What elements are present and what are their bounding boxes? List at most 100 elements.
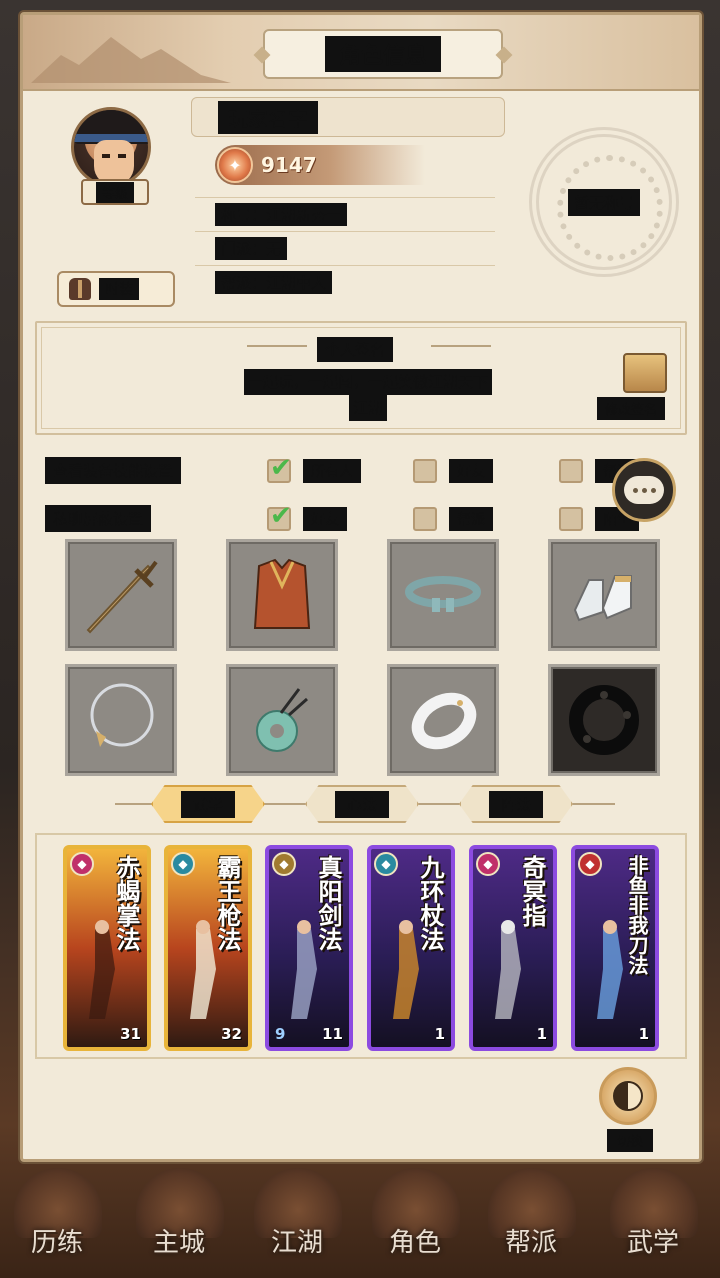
- skill-star: 9: [275, 1025, 286, 1043]
- checkbox-friends[interactable]: [413, 459, 437, 483]
- jade-pendant-icon: [256, 688, 308, 752]
- nav-label: 江湖: [270, 1228, 323, 1258]
- skill-level: 1: [434, 1025, 445, 1043]
- nav-label: 主城: [152, 1228, 205, 1258]
- nav-item-jianghu[interactable]: 江湖: [242, 1164, 352, 1278]
- skill-tabs: 武学 心法 阵法: [115, 781, 615, 825]
- divider: [247, 345, 307, 347]
- scroll-icon[interactable]: [623, 353, 667, 393]
- robe-icon: [69, 278, 91, 300]
- checkbox-friends[interactable]: [267, 501, 292, 531]
- boots-icon: [573, 575, 632, 622]
- equip-slot-ring[interactable]: [548, 664, 660, 776]
- info-text: 门派：无: [215, 237, 288, 260]
- fashion-button[interactable]: 时装: [57, 271, 175, 307]
- skill-level: 31: [120, 1025, 141, 1043]
- tab-label: 心法: [334, 790, 389, 818]
- checkbox-label: 好友: [449, 459, 493, 483]
- skill-figure-icon: [291, 920, 317, 1019]
- checkbox-label: 帮派: [449, 507, 493, 531]
- equip-slot-necklace[interactable]: [65, 664, 177, 776]
- signature-title: 个人签名: [317, 337, 394, 362]
- combat-power: ✦ 9147: [215, 145, 425, 185]
- level-label: 等级: [95, 181, 134, 203]
- title-plate: 角色信息: [263, 29, 503, 79]
- switch-button[interactable]: [599, 1067, 657, 1125]
- skill-card[interactable]: ◆ 奇冥指 1: [469, 845, 557, 1051]
- nav-item-main-city[interactable]: 主城: [124, 1164, 234, 1278]
- equipment-grid: [65, 539, 665, 779]
- title-emblem[interactable]: 暂无称号: [529, 127, 679, 277]
- settings-row-equipment: 查看装备技能设置 所有人 好友 帮派: [45, 453, 685, 489]
- skill-type-icon: ◆: [171, 852, 195, 876]
- checkbox-guild[interactable]: [559, 459, 583, 483]
- nav-item-martial[interactable]: 武学: [598, 1164, 708, 1278]
- settings-row-chat: 私聊屏蔽设置 好友 帮派 陌生: [45, 501, 685, 537]
- yin-yang-icon: [613, 1081, 643, 1111]
- nav-label: 武学: [626, 1228, 679, 1258]
- avatar[interactable]: [71, 107, 151, 187]
- skill-card[interactable]: ◆ 非鱼非我刀法 1: [571, 845, 659, 1051]
- fashion-label: 时装: [99, 278, 139, 300]
- bottom-nav: 历练 主城 江湖 角色 帮派 武学: [0, 1164, 720, 1278]
- skill-level: 1: [638, 1025, 649, 1043]
- skill-level: 11: [322, 1025, 343, 1043]
- nav-item-training[interactable]: 历练: [2, 1164, 112, 1278]
- nav-item-guild[interactable]: 帮派: [476, 1164, 586, 1278]
- emblem-text: 暂无称号: [567, 188, 640, 216]
- signature-box: 个人签名 一起玩，一起闯，一起笑傲江湖天下 江湖 修改签名: [35, 321, 687, 435]
- tab-formation[interactable]: 阵法: [459, 785, 573, 823]
- setting-label: 私聊屏蔽设置: [45, 505, 152, 532]
- power-value: 9147: [261, 153, 317, 177]
- player-name-box[interactable]: 玩家名字: [191, 97, 505, 137]
- skill-type-icon: ◆: [578, 852, 602, 876]
- checkbox-label: 好友: [303, 507, 347, 531]
- page-title: 角色信息: [324, 36, 441, 72]
- armor-icon: [253, 558, 311, 629]
- tab-label: 阵法: [488, 790, 543, 818]
- info-line-1: 称号：江湖新秀一: [195, 197, 495, 231]
- tab-mind-method[interactable]: 心法: [305, 785, 419, 823]
- checkbox-all[interactable]: [267, 453, 292, 483]
- skill-figure-icon: [89, 920, 115, 1019]
- skill-figure-icon: [495, 920, 521, 1019]
- belt-icon: [405, 576, 481, 612]
- player-name: 玩家名字: [218, 100, 318, 134]
- info-line-2: 门派：无: [195, 231, 495, 265]
- checkbox-stranger[interactable]: [559, 507, 583, 531]
- edit-signature-label[interactable]: 修改签名: [597, 397, 666, 420]
- ring-icon: [569, 685, 639, 755]
- skill-level: 32: [221, 1025, 242, 1043]
- equip-slot-boots[interactable]: [548, 539, 660, 651]
- nav-label: 角色: [388, 1228, 441, 1258]
- skill-type-icon: ◆: [374, 852, 398, 876]
- skill-figure-icon: [597, 920, 623, 1019]
- skill-figure-icon: [393, 920, 419, 1019]
- chat-bubble-icon: [624, 476, 664, 504]
- nav-item-character[interactable]: 角色: [360, 1164, 470, 1278]
- power-icon: ✦: [217, 147, 253, 183]
- skill-card[interactable]: ◆ 真阳剑法 9 11: [265, 845, 353, 1051]
- panel-header: 角色信息: [23, 15, 699, 91]
- switch-label: 切换: [607, 1129, 654, 1152]
- equip-slot-weapon[interactable]: [65, 539, 177, 651]
- tab-martial-arts[interactable]: 武学: [151, 785, 265, 823]
- skill-type-icon: ◆: [70, 852, 94, 876]
- mountain-decoration: [31, 37, 231, 83]
- sword-icon: [86, 560, 158, 634]
- character-panel: 角色信息 等级 玩家名字 ✦ 9147 称号：江湖新秀一 门派：无 帮派：江湖中…: [20, 12, 702, 1162]
- info-text: 帮派：江湖中人: [215, 271, 333, 294]
- skill-card[interactable]: ◆ 霸王枪法 32: [164, 845, 252, 1051]
- chat-button[interactable]: [612, 458, 676, 522]
- signature-text: 一起玩，一起闯，一起笑傲江湖天下: [243, 369, 492, 395]
- skill-level: 1: [536, 1025, 547, 1043]
- checkbox-guild[interactable]: [413, 507, 437, 531]
- checkbox-label: 所有人: [303, 459, 361, 483]
- equip-slot-bracelet[interactable]: [387, 664, 499, 776]
- equip-slot-armor[interactable]: [226, 539, 338, 651]
- equip-slot-pendant[interactable]: [226, 664, 338, 776]
- bracelet-icon: [411, 692, 477, 750]
- skill-card[interactable]: ◆ 赤蝎掌法 31: [63, 845, 151, 1051]
- equip-slot-belt[interactable]: [387, 539, 499, 651]
- skill-card[interactable]: ◆ 九环杖法 1: [367, 845, 455, 1051]
